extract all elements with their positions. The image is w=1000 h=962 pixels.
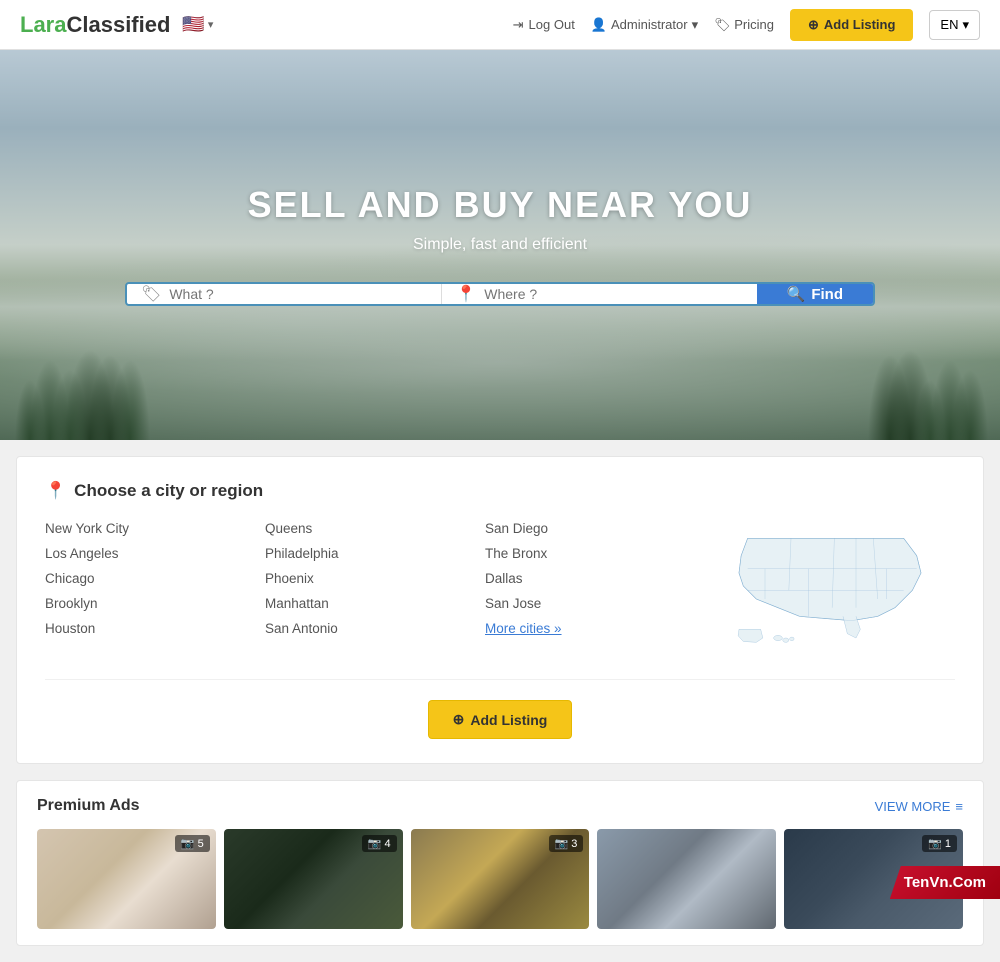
search-what-container: 🏷 <box>127 284 442 304</box>
where-icon: 📍 <box>456 284 476 304</box>
city-heading: Choose a city or region <box>74 481 263 501</box>
city-link[interactable]: Houston <box>45 621 265 636</box>
view-more-link[interactable]: VIEW MORE ≡ <box>875 799 963 814</box>
photo-count-badge: 📷 3 <box>549 835 584 852</box>
premium-header: Premium Ads VIEW MORE ≡ <box>37 797 963 815</box>
admin-menu[interactable]: 👤 Administrator ▾ <box>591 17 698 33</box>
admin-label: Administrator <box>611 17 688 32</box>
city-link[interactable]: Los Angeles <box>45 546 265 561</box>
logout-label: Log Out <box>529 17 575 32</box>
language-flag[interactable]: 🇺🇸 ▾ <box>182 14 213 35</box>
plus-icon: ⊕ <box>808 17 819 33</box>
hero-section: SELL AND BUY NEAR YOU Simple, fast and e… <box>0 50 1000 440</box>
city-link[interactable]: Philadelphia <box>265 546 485 561</box>
watermark: TenVn.Com <box>890 866 1000 899</box>
ads-grid: 📷 5 📷 4 📷 3 📷 1 <box>37 829 963 929</box>
pricing-link[interactable]: 🏷 Pricing <box>714 17 774 33</box>
city-link[interactable]: San Jose <box>485 596 705 611</box>
city-link[interactable]: Chicago <box>45 571 265 586</box>
user-icon: 👤 <box>591 17 607 33</box>
city-link[interactable]: New York City <box>45 521 265 536</box>
hero-title: SELL AND BUY NEAR YOU <box>125 184 875 226</box>
plus-icon: ⊕ <box>453 711 465 728</box>
add-listing-cities-label: Add Listing <box>470 712 547 728</box>
city-col-3: San Diego The Bronx Dallas San Jose More cit… <box>485 521 705 651</box>
pin-icon: 📍 <box>45 481 66 501</box>
city-link[interactable]: Queens <box>265 521 485 536</box>
city-section: 📍 Choose a city or region New York City L… <box>16 456 984 764</box>
city-col-2: Queens Philadelphia Phoenix Manhattan San An… <box>265 521 485 651</box>
search-bar: 🏷 📍 🔍 Find <box>125 282 875 306</box>
view-more-label: VIEW MORE <box>875 799 951 814</box>
photo-count-badge: 📷 4 <box>362 835 397 852</box>
add-listing-label: Add Listing <box>824 17 896 32</box>
brand-logo[interactable]: LaraClassified <box>20 12 170 38</box>
add-listing-area: ⊕ Add Listing <box>45 679 955 739</box>
hero-subtitle: Simple, fast and efficient <box>125 236 875 254</box>
city-link[interactable]: Phoenix <box>265 571 485 586</box>
hero-content: SELL AND BUY NEAR YOU Simple, fast and e… <box>105 184 895 306</box>
ad-card[interactable] <box>597 829 776 929</box>
city-link[interactable]: Brooklyn <box>45 596 265 611</box>
watermark-text: TenVn.Com <box>904 874 986 891</box>
city-link[interactable]: San Antonio <box>265 621 485 636</box>
premium-title: Premium Ads <box>37 797 140 815</box>
what-icon: 🏷 <box>141 284 161 304</box>
city-link[interactable]: The Bronx <box>485 546 705 561</box>
logout-link[interactable]: ⇥ Log Out <box>513 17 575 33</box>
photo-count-badge: 📷 1 <box>922 835 957 852</box>
language-button[interactable]: EN ▾ <box>929 10 980 40</box>
city-link[interactable]: More cities » <box>485 621 705 636</box>
map-column <box>705 521 955 651</box>
city-link[interactable]: Dallas <box>485 571 705 586</box>
tag-icon: 🏷 <box>714 17 731 32</box>
search-icon: 🔍 <box>787 285 806 303</box>
chevron-down-icon: ▾ <box>962 17 969 33</box>
logo-lara: Lara <box>20 12 66 38</box>
add-listing-button[interactable]: ⊕ Add Listing <box>790 9 913 41</box>
premium-title-bold: Ads <box>109 797 139 814</box>
city-col-1: New York City Los Angeles Chicago Brooklyn H… <box>45 521 265 651</box>
city-grid: New York City Los Angeles Chicago Brooklyn H… <box>45 521 955 651</box>
add-listing-button-cities[interactable]: ⊕ Add Listing <box>428 700 573 739</box>
city-link[interactable]: Manhattan <box>265 596 485 611</box>
hero-trees <box>0 320 1000 440</box>
find-label: Find <box>811 286 843 303</box>
logout-icon: ⇥ <box>513 17 524 33</box>
logo-classified: Classified <box>66 12 170 38</box>
flag-icon: 🇺🇸 <box>182 14 204 35</box>
lang-label: EN <box>940 17 958 32</box>
city-header: 📍 Choose a city or region <box>45 481 955 501</box>
search-where-container: 📍 <box>442 284 756 304</box>
chevron-down-icon: ▾ <box>692 17 699 33</box>
search-what-input[interactable] <box>169 286 427 302</box>
ad-card[interactable]: 📷 3 <box>411 829 590 929</box>
ad-card[interactable]: 📷 5 <box>37 829 216 929</box>
search-where-input[interactable] <box>484 286 742 302</box>
menu-lines-icon: ≡ <box>955 799 963 814</box>
find-button[interactable]: 🔍 Find <box>757 284 873 304</box>
navbar: LaraClassified 🇺🇸 ▾ ⇥ Log Out 👤 Administ… <box>0 0 1000 50</box>
usa-map <box>720 521 940 651</box>
premium-section: Premium Ads VIEW MORE ≡ 📷 5 📷 4 📷 3 📷 1 <box>16 780 984 946</box>
photo-count-badge: 📷 5 <box>175 835 210 852</box>
navbar-right: ⇥ Log Out 👤 Administrator ▾ 🏷 Pricing ⊕ … <box>513 9 980 41</box>
premium-title-prefix: Premium <box>37 797 109 814</box>
ad-card[interactable]: 📷 4 <box>224 829 403 929</box>
chevron-down-icon: ▾ <box>208 18 214 31</box>
city-link[interactable]: San Diego <box>485 521 705 536</box>
